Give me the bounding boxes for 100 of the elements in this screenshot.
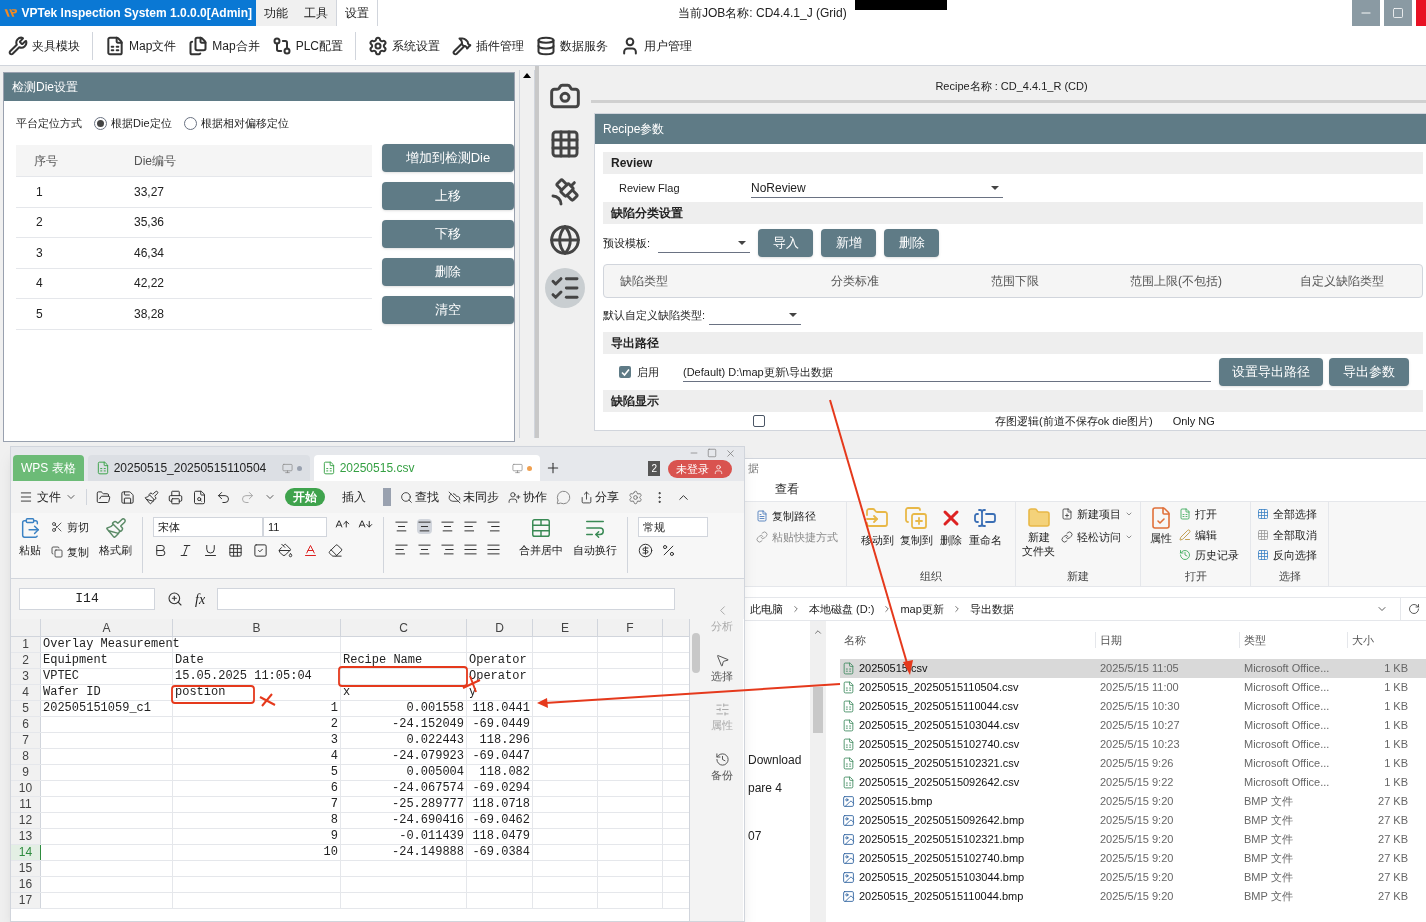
column-header[interactable]: 名称 [840,631,1096,649]
file-row[interactable]: 20250515_20250515102740.csv 2025/5/15 10:23 Microsoft Office... 1 KB [840,735,1426,754]
ribbon-button[interactable]: 粘贴快捷方式 [756,528,846,545]
document-tab[interactable]: 20250515_20250515110504 [87,455,310,481]
toolbar-button[interactable]: Map合并 [184,35,264,56]
column-header[interactable]: E [533,619,598,636]
row-header[interactable]: 5 [11,701,41,716]
file-menu[interactable]: 文件 [19,488,77,506]
toolbar-button[interactable]: 夹具模块 [4,35,84,56]
row-header[interactable]: 17 [11,893,41,908]
row-header[interactable]: 11 [11,797,41,812]
action-button[interactable]: 导入 [758,229,814,257]
nav-scrollbar[interactable] [810,621,826,922]
file-row[interactable]: 20250515_20250515102740.bmp 2025/5/15 9:20 BMP 文件 27 KB [840,849,1426,868]
ribbon-button[interactable]: 反向选择 [1257,547,1328,564]
toolbar-button[interactable]: PLC配置 [267,35,348,56]
ribbon-button[interactable]: 历史记录 [1179,547,1239,564]
review-flag-dropdown[interactable]: NoReview [751,178,1003,198]
row-header[interactable]: 6 [11,717,41,732]
ribbon-button[interactable]: 删除 [938,506,963,549]
scrollbar-thumb[interactable] [813,687,823,733]
file-row[interactable]: 20250515_20250515092642.csv 2025/5/15 9:22 Microsoft Office... 1 KB [840,773,1426,792]
row-header[interactable]: 7 [11,733,41,748]
format-painter-button[interactable]: 格式刷 [99,517,132,559]
paste-button[interactable]: 粘贴 [19,517,41,559]
nav-item[interactable]: 07 [748,827,810,845]
file-row[interactable]: 20250515_20250515110504.csv 2025/5/15 11:00 Microsoft Office... 1 KB [840,678,1426,697]
row-header[interactable]: 9 [11,765,41,780]
ribbon-button[interactable]: 编辑 [1179,526,1239,543]
action-button[interactable]: 清空 [382,296,514,324]
ribbon-button[interactable]: 打开 [1179,506,1239,523]
table-row[interactable]: 5 38,28 [16,299,372,330]
toolbar-button[interactable]: 用户管理 [616,35,697,56]
file-row[interactable]: 20250515_20250515103044.bmp 2025/5/15 9:20 BMP 文件 27 KB [840,868,1426,887]
action-button[interactable]: 导出参数 [1329,358,1409,386]
action-button[interactable]: 设置导出路径 [1219,358,1323,386]
export-path-field[interactable]: (Default) D:\map更新\导出数据 [683,362,1211,382]
toolbar-button[interactable]: 分享 [580,488,619,506]
breadcrumb-item[interactable]: 本地磁盘 (D:) [809,600,875,618]
table-row[interactable]: 3 46,34 [16,238,372,269]
maximize-button[interactable] [1384,0,1412,26]
column-header[interactable]: B [173,619,341,636]
action-button[interactable]: 删除 [382,258,514,286]
wrap-button[interactable]: 自动换行 [573,517,617,559]
new-folder-button[interactable]: 新建 文件夹 [1022,506,1055,558]
cell-reference-field[interactable]: I14 [19,588,155,610]
column-header[interactable]: D [467,619,533,636]
number-format-dropdown[interactable]: 常规 [638,517,708,537]
column-header[interactable]: 日期 [1096,631,1240,649]
ribbon-button[interactable]: 重命名 [968,506,1002,549]
breadcrumb-item[interactable]: 此电脑 [750,600,783,618]
column-header[interactable]: C [341,619,467,636]
row-header[interactable]: 15 [11,861,41,876]
ribbon-button[interactable]: 复制路径 [756,508,846,525]
action-button[interactable]: 下移 [382,220,514,248]
side-panel-button[interactable]: 选择 [711,652,733,684]
menu-tab[interactable]: 功能 [256,0,296,26]
column-header[interactable]: F [598,619,663,636]
row-header[interactable]: 8 [11,749,41,764]
toolbar-button[interactable]: 系统设置 [364,35,445,56]
side-panel-button[interactable]: 备份 [711,751,733,783]
row-header[interactable]: 13 [11,829,41,844]
ribbon-button[interactable]: 新建项目 [1061,506,1133,523]
table-row[interactable]: 1 33,27 [16,177,372,208]
ribbon-tab[interactable]: 查看 [775,480,799,498]
row-header[interactable]: 1 [11,637,41,652]
toolbar-button[interactable]: 查找 [400,488,439,506]
row-header[interactable]: 14 [11,845,41,860]
file-row[interactable]: 20250515_20250515110044.csv 2025/5/15 10:30 Microsoft Office... 1 KB [840,697,1426,716]
toolbar-button[interactable]: Map文件 [101,35,181,56]
properties-button[interactable]: 属性 [1149,506,1173,564]
ribbon-button[interactable]: 全部选择 [1257,506,1328,523]
column-header[interactable]: 大小 [1348,631,1408,649]
action-button[interactable]: 删除 [884,229,940,257]
action-button[interactable]: 新增 [821,229,877,257]
file-row[interactable]: 20250515_20250515103044.csv 2025/5/15 10:27 Microsoft Office... 1 KB [840,716,1426,735]
ribbon-button[interactable]: 全部取消 [1257,526,1328,543]
breadcrumb-item[interactable]: map更新 [900,600,944,618]
ribbon-button[interactable]: 轻松访问 [1061,528,1133,545]
document-tab[interactable]: 20250515.csv [313,455,540,481]
file-row[interactable]: 20250515.bmp 2025/5/15 9:20 BMP 文件 27 KB [840,792,1426,811]
toolbar-button[interactable]: 插件管理 [448,35,529,56]
menu-tab[interactable]: 工具 [296,0,336,26]
radio-option[interactable]: 根据相对偏移定位 [183,114,289,132]
nav-item[interactable]: pare 4 [748,779,810,797]
cut-button[interactable]: 剪切 [51,519,89,536]
formula-field[interactable] [217,588,676,610]
column-header[interactable]: 类型 [1240,631,1348,649]
ribbon-button[interactable]: 复制到 [899,506,933,549]
table-row[interactable]: 4 42,22 [16,268,372,299]
logic-dropdown[interactable]: Only NG [1172,412,1393,430]
file-row[interactable]: 20250515_20250515092642.bmp 2025/5/15 9:20 BMP 文件 27 KB [840,811,1426,830]
file-row[interactable]: 20250515_20250515102321.bmp 2025/5/15 9:20 BMP 文件 27 KB [840,830,1426,849]
toolbar-button[interactable]: 协作 [508,488,547,506]
menu-tab[interactable]: 设置 [336,0,378,26]
address-bar[interactable]: 此电脑 本地磁盘 (D:) map更新 导出数据 [745,598,1376,620]
action-button[interactable]: 增加到检测Die [382,144,514,172]
font-dropdown[interactable]: 宋体 [153,517,263,537]
row-header[interactable]: 4 [11,685,41,700]
row-header[interactable]: 3 [11,669,41,684]
